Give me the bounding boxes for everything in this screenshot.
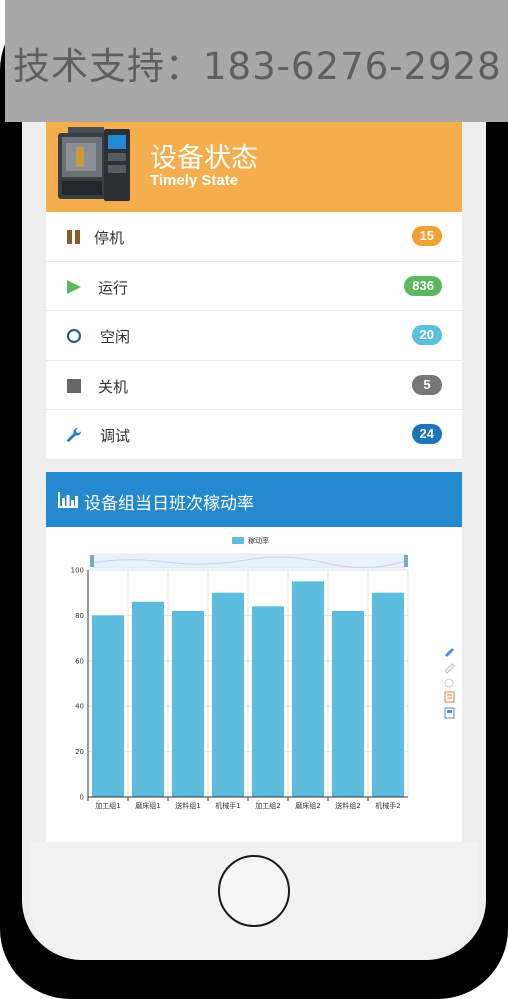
bar-机械手1[interactable] (212, 592, 244, 797)
status-row-idle[interactable]: 空闲 20 (46, 311, 462, 361)
status-badge-shutdown: 5 (412, 374, 442, 395)
x-tick-label: 送料组1 (175, 801, 200, 810)
utilization-chart: 稼动率 0 20 40 60 80 100 加工组1 磨床组1 送料组1 机械手1 加工组2 磨床组2… (71, 536, 455, 810)
chart-toolbox (444, 648, 455, 719)
stop-icon (67, 378, 81, 393)
status-subtitle: Timely State (150, 172, 239, 189)
status-row-shutdown[interactable]: 关机 5 (46, 360, 462, 410)
y-tick-label: 20 (75, 748, 84, 756)
bar-磨床组1[interactable] (132, 601, 164, 797)
chart-body: 稼动率 0 20 40 60 80 100 加工组1 磨床组1 送料组1 机械手1 加工组2 磨床组2… (46, 527, 462, 842)
status-badge-idle: 20 (411, 325, 442, 345)
legend-label[interactable]: 稼动率 (248, 536, 269, 545)
bar-送料组1[interactable] (172, 610, 204, 797)
status-row-running[interactable]: 运行 836 (46, 261, 462, 311)
bar-加工组2[interactable] (252, 606, 284, 797)
status-badge-debug: 24 (411, 424, 442, 444)
bar-chart-icon (58, 492, 78, 508)
bar-磨床组2[interactable] (292, 581, 324, 797)
pause-icon (67, 230, 80, 244)
app-screen: 设备状态 Timely State 停机 15 运行 836 空闲 20 关机 … (46, 0, 462, 842)
x-tick-label: 加工组1 (95, 801, 120, 810)
x-tick-label: 机械手1 (215, 801, 240, 810)
status-row-stopped[interactable]: 停机 15 (46, 212, 462, 262)
status-header: 设备状态 Timely State (46, 122, 462, 212)
status-label-debug: 调试 (100, 427, 131, 445)
chart-header: 设备组当日班次稼动率 (46, 472, 462, 527)
cnc-machine-icon (58, 127, 130, 201)
chart-title: 设备组当日班次稼动率 (84, 494, 254, 514)
watermark-banner: 技术支持：183-6276-2928 (5, 0, 508, 122)
circle-icon (66, 328, 82, 344)
bar-机械手2[interactable] (372, 592, 404, 797)
status-label-running: 运行 (98, 278, 129, 297)
data-zoom-slider[interactable] (90, 553, 408, 569)
bar-送料组2[interactable] (332, 610, 364, 797)
y-tick-label: 60 (75, 657, 84, 665)
y-tick-label: 40 (75, 703, 84, 711)
save-icon[interactable] (444, 707, 455, 719)
y-tick-label: 100 (71, 567, 84, 575)
zoom-handle-right[interactable] (404, 555, 408, 567)
bar-加工组1[interactable] (92, 615, 124, 797)
x-tick-label: 磨床组1 (135, 801, 160, 810)
y-tick-label: 0 (80, 794, 84, 802)
watermark-text: 技术支持：183-6276-2928 (13, 45, 502, 88)
status-title: 设备状态 (150, 143, 258, 174)
x-tick-label: 加工组2 (255, 801, 280, 810)
status-badge-stopped: 15 (411, 226, 442, 246)
x-tick-label: 磨床组2 (295, 801, 320, 810)
data-view-icon[interactable] (444, 691, 455, 703)
wrench-icon (67, 428, 81, 442)
x-tick-label: 送料组2 (335, 801, 360, 810)
x-tick-label: 机械手2 (375, 801, 400, 810)
eraser-icon[interactable] (444, 663, 455, 674)
status-badge-running: 836 (404, 275, 442, 296)
pencil-icon[interactable] (445, 648, 454, 657)
y-tick-label: 80 (75, 612, 84, 620)
status-row-debug[interactable]: 调试 24 (46, 410, 462, 460)
status-list: 停机 15 运行 836 空闲 20 关机 5 调试 24 (46, 212, 462, 460)
zoom-handle-left[interactable] (90, 555, 94, 567)
home-button[interactable] (218, 855, 290, 927)
status-label-idle: 空闲 (100, 328, 131, 346)
status-label-shutdown: 关机 (98, 377, 129, 396)
refresh-icon[interactable] (444, 678, 454, 688)
play-icon (67, 279, 81, 294)
legend-swatch[interactable] (232, 537, 244, 544)
status-label-stopped: 停机 (94, 229, 125, 247)
